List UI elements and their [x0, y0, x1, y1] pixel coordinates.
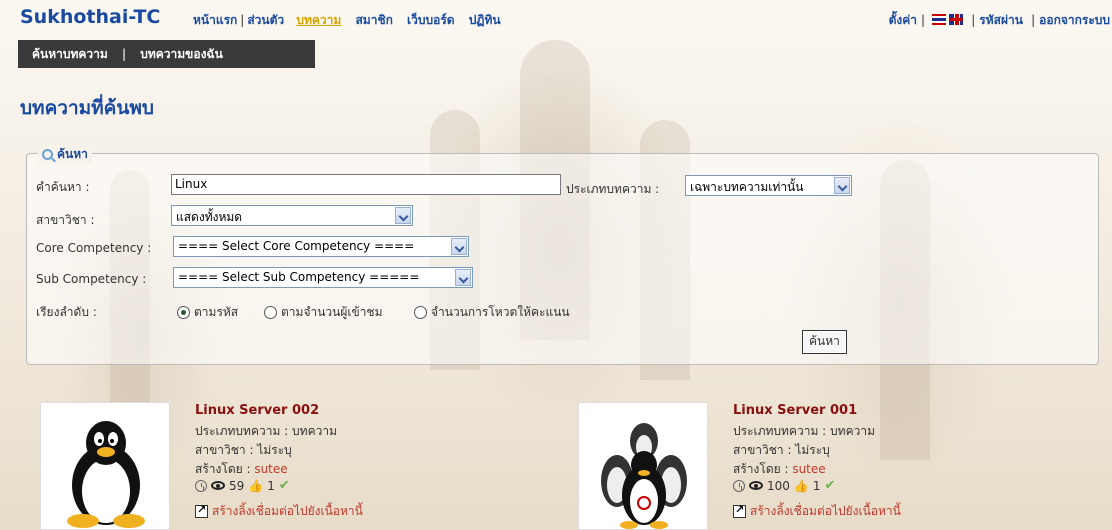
subnav-search-articles[interactable]: ค้นหาบทความ [18, 45, 122, 64]
password-link[interactable]: รหัสผ่าน [979, 13, 1023, 27]
keyword-label: คำค้นหา : [36, 180, 90, 194]
sort-label: เรียงลำดับ : [36, 305, 97, 319]
create-link-label: สร้างลิ้งเชื่อมต่อไปยังเนื้อหานี้ [212, 504, 363, 518]
settings-link[interactable]: ตั้งค่า [889, 13, 917, 27]
result-type: ประเภทบทความ : บทความ [195, 424, 337, 438]
view-count: 59 [229, 478, 245, 493]
page-title: บทความที่ค้นพบ [20, 97, 154, 119]
radio-icon [414, 306, 427, 319]
search-legend: ค้นหา [38, 145, 92, 164]
result-thumbnail[interactable] [40, 402, 170, 530]
nav-articles[interactable]: บทความ [296, 11, 341, 30]
result-author-prefix: สร้างโดย : [733, 462, 793, 476]
sort-by-id-radio[interactable]: ตามรหัส [177, 303, 238, 322]
clock-icon [733, 479, 745, 492]
result-author-prefix: สร้างโดย : [195, 462, 255, 476]
result-stats: 59 👍 1 ✔ [195, 478, 290, 493]
thumbs-up-icon[interactable]: 👍 [248, 479, 263, 493]
result-thumbnail[interactable] [578, 402, 708, 530]
like-count: 1 [267, 478, 275, 493]
sub-competency-value: ==== Select Sub Competency ===== [178, 270, 420, 284]
nav-members[interactable]: สมาชิก [355, 11, 392, 30]
core-competency-label: Core Competency : [36, 241, 152, 255]
eye-icon [749, 481, 763, 490]
result-subject: สาขาวิชา : ไม่ระบุ [195, 443, 292, 457]
sort-by-id-label: ตามรหัส [194, 305, 239, 319]
create-link-action[interactable]: สร้างลิ้งเชื่อมต่อไปยังเนื้อหานี้ [733, 502, 901, 521]
article-type-label: ประเภทบทความ : [566, 182, 660, 196]
nav-home[interactable]: หน้าแรก [193, 11, 237, 30]
penguin-group-icon [601, 423, 687, 529]
logout-link[interactable]: ออกจากระบบ [1039, 13, 1110, 27]
subject-select[interactable]: แสดงทั้งหมด [171, 205, 413, 226]
eye-icon [211, 481, 225, 490]
result-author[interactable]: sutee [792, 462, 825, 476]
result-subject: สาขาวิชา : ไม่ระบุ [733, 443, 830, 457]
nav-personal[interactable]: ส่วนตัว [247, 11, 284, 30]
top-bar: Sukhothai-TC หน้าแรก | ส่วนตัว บทความ สมาช… [20, 6, 1110, 30]
radio-icon [264, 306, 277, 319]
sort-by-votes-label: จำนวนการโหวตให้คะแนน [431, 305, 570, 319]
result-author-line: สร้างโดย : sutee [195, 460, 288, 479]
core-competency-value: ==== Select Core Competency ==== [178, 239, 415, 253]
clock-icon [195, 479, 207, 492]
sort-by-views-radio[interactable]: ตามจำนวนผู้เข้าชม [264, 303, 382, 322]
english-flag-icon[interactable] [949, 14, 964, 25]
create-link-label: สร้างลิ้งเชื่อมต่อไปยังเนื้อหานี้ [750, 504, 901, 518]
keyword-input[interactable]: Linux [171, 174, 561, 195]
article-subnav: ค้นหาบทความ | บทความของฉัน [18, 40, 315, 68]
brand-logo[interactable]: Sukhothai-TC [20, 6, 160, 28]
search-icon [42, 149, 53, 160]
sub-competency-label: Sub Competency : [36, 272, 147, 286]
nav-calendar[interactable]: ปฏิทิน [469, 11, 501, 30]
nav-webboard[interactable]: เว็บบอร์ด [407, 11, 455, 30]
like-count: 1 [812, 478, 821, 493]
result-author-line: สร้างโดย : sutee [733, 460, 826, 479]
sub-competency-select[interactable]: ==== Select Sub Competency ===== [173, 267, 473, 288]
thai-flag-icon[interactable] [932, 14, 947, 25]
result-type: ประเภทบทความ : บทความ [733, 424, 875, 438]
radio-selected-icon [177, 306, 190, 319]
result-stats: 100 👍 1 ✔ [733, 478, 835, 493]
check-icon: ✔ [824, 478, 836, 493]
search-legend-label: ค้นหา [57, 147, 88, 161]
subject-value: แสดงทั้งหมด [176, 210, 243, 224]
search-submit-button[interactable]: ค้นหา [802, 330, 847, 354]
view-count: 100 [767, 478, 790, 493]
external-link-icon [195, 503, 208, 518]
chevron-down-icon [451, 238, 467, 255]
chevron-down-icon [395, 207, 411, 224]
check-icon: ✔ [278, 478, 290, 493]
chevron-down-icon [455, 269, 471, 286]
sort-by-votes-radio[interactable]: จำนวนการโหวตให้คะแนน [414, 303, 570, 322]
main-nav: หน้าแรก | ส่วนตัว บทความ สมาชิก เว็บบอร์ด … [193, 11, 501, 30]
result-title[interactable]: Linux Server 002 [195, 403, 319, 418]
penguin-icon [67, 421, 145, 528]
result-title[interactable]: Linux Server 001 [733, 403, 857, 418]
sort-by-views-label: ตามจำนวนผู้เข้าชม [281, 305, 383, 319]
article-type-value: เฉพาะบทความเท่านั้น [690, 180, 804, 194]
chevron-down-icon [834, 177, 850, 194]
thumbs-up-icon[interactable]: 👍 [794, 479, 809, 493]
create-link-action[interactable]: สร้างลิ้งเชื่อมต่อไปยังเนื้อหานี้ [195, 502, 363, 521]
result-author[interactable]: sutee [254, 462, 287, 476]
subnav-my-articles[interactable]: บทความของฉัน [126, 45, 237, 64]
subject-label: สาขาวิชา : [36, 213, 95, 227]
external-link-icon [733, 503, 746, 518]
account-nav: ตั้งค่า | | รหัสผ่าน | ออกจากระบบ [888, 13, 1110, 27]
article-type-select[interactable]: เฉพาะบทความเท่านั้น [685, 175, 852, 196]
core-competency-select[interactable]: ==== Select Core Competency ==== [173, 236, 469, 257]
